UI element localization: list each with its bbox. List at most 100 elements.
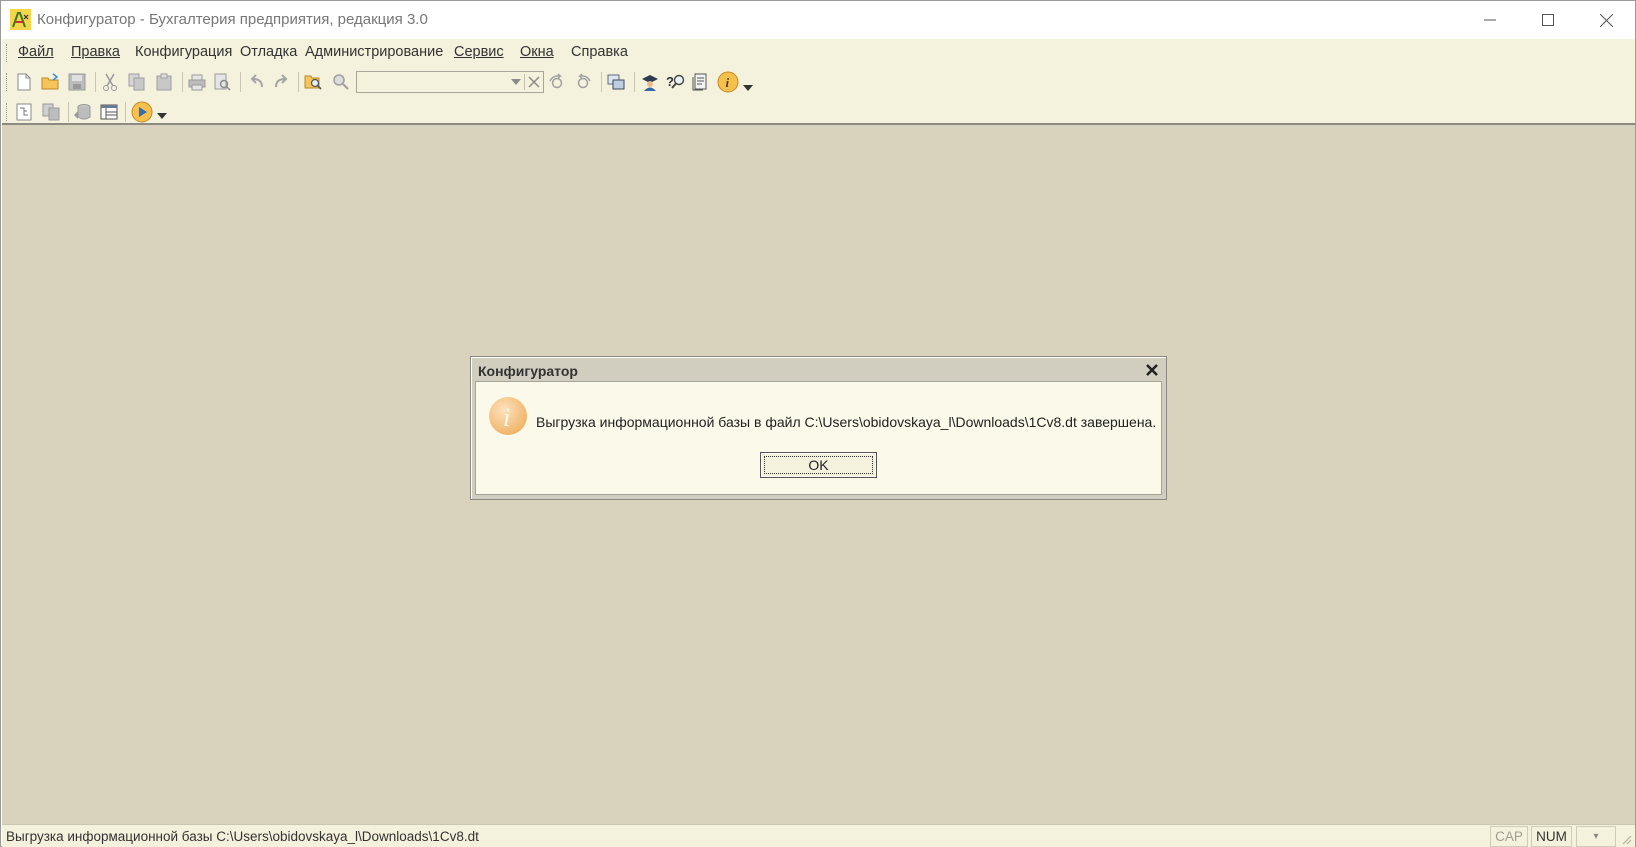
- search-icon: [333, 74, 349, 90]
- menu-edit[interactable]: Правка: [71, 44, 120, 60]
- open-icon: [41, 73, 59, 90]
- undo-icon: [250, 74, 263, 88]
- find-previous-icon: [577, 73, 591, 89]
- windows-list-button[interactable]: [605, 70, 629, 94]
- configuration-tree-icon: [100, 104, 118, 120]
- dialog-body: i Выгрузка информационной базы в файл C:…: [475, 381, 1162, 495]
- svg-text:i: i: [503, 403, 510, 432]
- app-logo-icon: [10, 9, 31, 30]
- syntax-assistant-button[interactable]: [638, 70, 662, 94]
- standard-toolbar: ? i: [2, 67, 1635, 97]
- menu-help[interactable]: Справка: [571, 44, 628, 60]
- syntax-assistant-icon: [642, 75, 658, 91]
- close-icon: [1599, 13, 1613, 27]
- toolbar-separator: [95, 72, 96, 92]
- search-combobox[interactable]: [356, 71, 544, 93]
- status-message: Выгрузка информационной базы C:\Users\ob…: [6, 829, 479, 844]
- menu-configuration[interactable]: Конфигурация: [135, 44, 232, 60]
- open-configuration-icon: [16, 103, 32, 121]
- toolbar-grip[interactable]: [6, 73, 9, 91]
- start-debugging-button[interactable]: [130, 100, 154, 124]
- message-dialog: Конфигуратор i Выгрузка информационной б…: [470, 356, 1167, 500]
- toolbar-separator: [298, 72, 299, 92]
- toolbar-grip[interactable]: [6, 103, 9, 121]
- help-contents-icon: [692, 73, 707, 91]
- compare-configurations-icon: [42, 103, 60, 121]
- compare-configurations-button[interactable]: [39, 100, 63, 124]
- save-icon: [68, 73, 86, 91]
- chevron-down-icon[interactable]: [157, 113, 167, 120]
- resize-grip-icon[interactable]: [1620, 833, 1632, 845]
- paste-button[interactable]: [152, 70, 176, 94]
- search-divider: [524, 74, 525, 90]
- menu-and-toolbars: Файл Правка Конфигурация Отладка Админис…: [2, 39, 1635, 125]
- info-icon: i: [717, 71, 739, 93]
- toolbar-separator: [182, 72, 183, 92]
- find-next-button[interactable]: [545, 70, 569, 94]
- chevron-down-icon[interactable]: [743, 85, 753, 92]
- menu-file[interactable]: Файл: [18, 44, 54, 60]
- cut-icon: [103, 73, 117, 91]
- minimize-button[interactable]: [1461, 1, 1519, 39]
- update-database-button[interactable]: [71, 100, 95, 124]
- maximize-button[interactable]: [1519, 1, 1577, 39]
- search-button[interactable]: [329, 70, 353, 94]
- num-lock-indicator: NUM: [1531, 826, 1572, 847]
- toolbar-separator: [125, 102, 126, 122]
- toolbar-separator: [68, 102, 69, 122]
- start-debugging-icon: [131, 101, 153, 123]
- copy-icon: [128, 73, 145, 91]
- update-database-icon: [74, 104, 91, 120]
- undo-button[interactable]: [245, 70, 269, 94]
- print-preview-icon: [214, 73, 231, 91]
- close-window-button[interactable]: [1577, 1, 1635, 39]
- help-search-icon: ?: [666, 74, 685, 89]
- help-contents-button[interactable]: [689, 70, 713, 94]
- menu-administration[interactable]: Администрирование: [305, 44, 443, 60]
- menubar-grip[interactable]: [6, 44, 9, 62]
- find-next-icon: [549, 73, 563, 89]
- toolbar-separator: [634, 72, 635, 92]
- copy-button[interactable]: [125, 70, 149, 94]
- new-document-icon: [17, 73, 31, 91]
- menu-service[interactable]: Сервис: [454, 44, 504, 60]
- toolbar-separator: [240, 72, 241, 92]
- open-button[interactable]: [39, 70, 63, 94]
- minimize-icon: [1484, 19, 1496, 21]
- clear-search-icon[interactable]: [528, 76, 540, 88]
- close-icon[interactable]: [1144, 362, 1160, 378]
- cut-button[interactable]: [98, 70, 122, 94]
- title-bar: Конфигуратор - Бухгалтерия предприятия, …: [1, 1, 1635, 39]
- menu-windows[interactable]: Окна: [520, 44, 554, 60]
- find-in-files-button[interactable]: [302, 70, 326, 94]
- chevron-down-icon[interactable]: [510, 78, 522, 87]
- dialog-title: Конфигуратор: [478, 363, 578, 379]
- help-search-button[interactable]: ?: [664, 70, 688, 94]
- about-button[interactable]: i: [716, 70, 740, 94]
- status-dropdown[interactable]: ▾: [1576, 826, 1616, 847]
- paste-icon: [156, 73, 172, 91]
- ok-button[interactable]: OK: [760, 452, 877, 478]
- status-bar: Выгрузка информационной базы C:\Users\ob…: [2, 824, 1635, 847]
- caps-lock-indicator: CAP: [1490, 826, 1528, 847]
- find-previous-button[interactable]: [571, 70, 595, 94]
- window-title: Конфигуратор - Бухгалтерия предприятия, …: [37, 11, 428, 28]
- svg-text:i: i: [726, 75, 730, 90]
- print-button[interactable]: [185, 70, 209, 94]
- save-button[interactable]: [65, 70, 89, 94]
- find-in-files-icon: [304, 75, 322, 90]
- menubar: Файл Правка Конфигурация Отладка Админис…: [2, 39, 1635, 67]
- print-preview-button[interactable]: [210, 70, 234, 94]
- print-icon: [188, 74, 206, 91]
- toolbar-separator: [601, 72, 602, 92]
- open-configuration-button[interactable]: [12, 100, 36, 124]
- windows-list-icon: [607, 74, 625, 90]
- redo-button[interactable]: [269, 70, 293, 94]
- new-document-button[interactable]: [12, 70, 36, 94]
- focus-ring: [764, 456, 873, 474]
- info-icon: i: [489, 397, 527, 435]
- search-input[interactable]: [359, 74, 509, 90]
- configuration-tree-button[interactable]: [97, 100, 121, 124]
- redo-icon: [275, 74, 288, 88]
- menu-debug[interactable]: Отладка: [240, 44, 297, 60]
